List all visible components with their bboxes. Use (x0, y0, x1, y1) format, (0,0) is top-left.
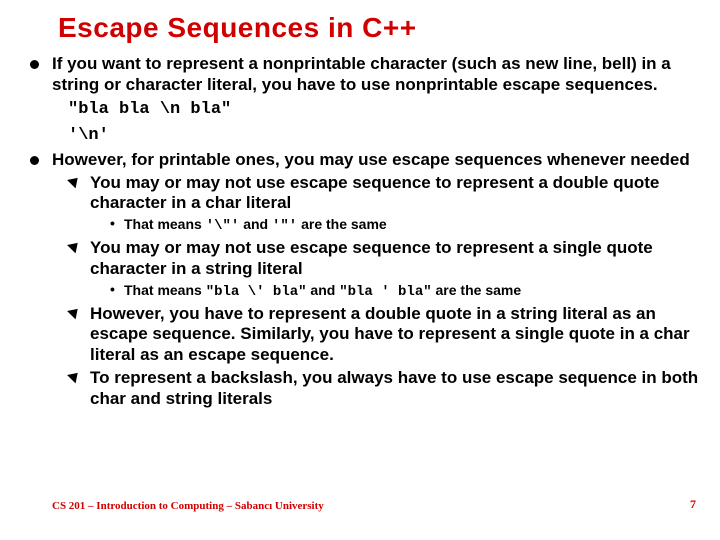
bullet-text: However, for printable ones, you may use… (52, 150, 702, 171)
slide-title: Escape Sequences in C++ (58, 12, 702, 44)
sub2-bullet-item: That means '\"' and '"' are the same (110, 216, 702, 234)
sub2-suffix: are the same (297, 216, 387, 232)
bullet-item: However, for printable ones, you may use… (24, 150, 702, 409)
sub-bullet-item: You may or may not use escape sequence t… (68, 173, 702, 234)
footer-text: CS 201 – Introduction to Computing – Sab… (52, 500, 324, 512)
bullet-list: If you want to represent a nonprintable … (24, 54, 702, 409)
code-inline: "bla \' bla" (206, 284, 307, 300)
sub2-mid: and (239, 216, 272, 232)
sub-bullet-text: To represent a backslash, you always hav… (90, 368, 702, 409)
code-example: '\n' (68, 123, 702, 146)
code-inline: '"' (272, 218, 297, 234)
sub2-bullet-list: That means "bla \' bla" and "bla ' bla" … (110, 282, 702, 300)
sub-bullet-item: However, you have to represent a double … (68, 304, 702, 366)
sub2-prefix: That means (124, 216, 206, 232)
bullet-item: If you want to represent a nonprintable … (24, 54, 702, 146)
sub2-prefix: That means (124, 282, 206, 298)
slide: Escape Sequences in C++ If you want to r… (0, 0, 720, 540)
code-line: '\n' (68, 126, 109, 145)
code-line: "bla bla \n bla" (68, 100, 231, 119)
sub-bullet-list: You may or may not use escape sequence t… (68, 173, 702, 410)
sub-bullet-item: You may or may not use escape sequence t… (68, 238, 702, 299)
code-example: "bla bla \n bla" (68, 97, 702, 120)
sub-bullet-item: To represent a backslash, you always hav… (68, 368, 702, 409)
bullet-text: If you want to represent a nonprintable … (52, 54, 702, 95)
sub-bullet-text: You may or may not use escape sequence t… (90, 173, 702, 214)
sub-bullet-text: However, you have to represent a double … (90, 304, 702, 366)
code-inline: '\"' (206, 218, 240, 234)
code-inline: "bla ' bla" (339, 284, 431, 300)
page-number: 7 (690, 497, 696, 512)
sub-bullet-text: You may or may not use escape sequence t… (90, 238, 702, 279)
sub2-suffix: are the same (432, 282, 522, 298)
sub2-mid: and (307, 282, 340, 298)
sub2-bullet-list: That means '\"' and '"' are the same (110, 216, 702, 234)
sub2-bullet-item: That means "bla \' bla" and "bla ' bla" … (110, 282, 702, 300)
